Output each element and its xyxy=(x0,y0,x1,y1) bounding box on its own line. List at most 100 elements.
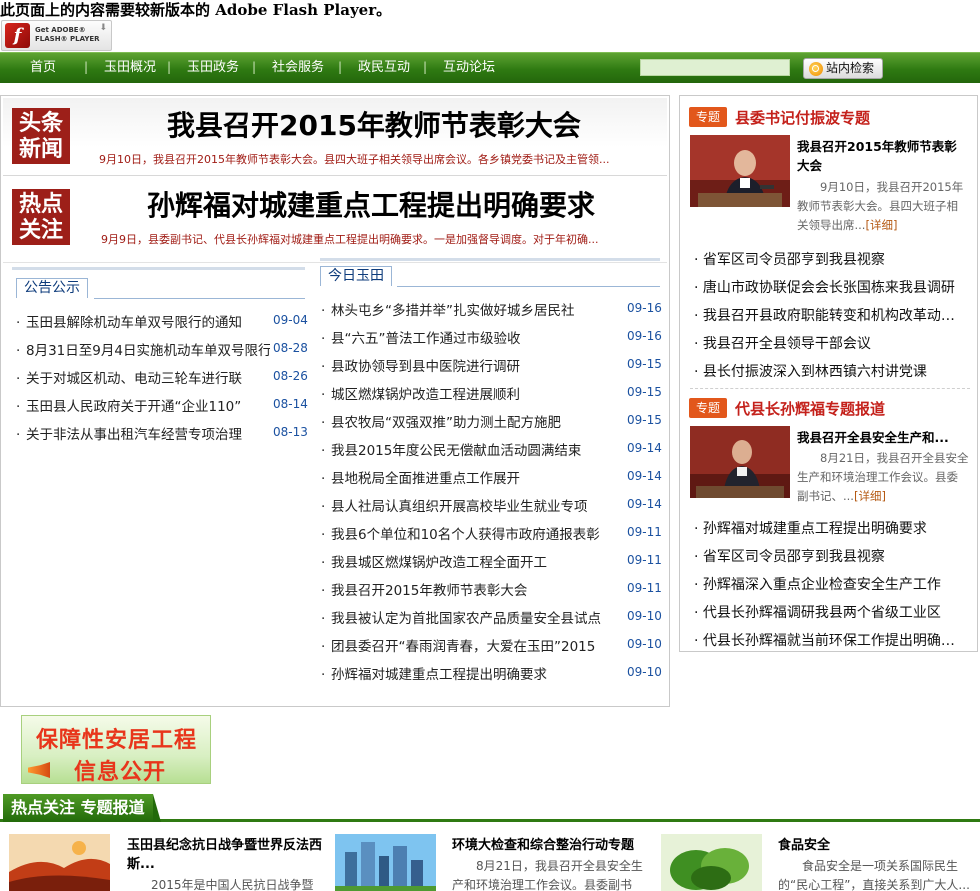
card-title-food-safety[interactable]: 食品安全 xyxy=(778,836,978,855)
card-thumb-food-safety[interactable] xyxy=(661,834,762,891)
today-item-date: 09-14 xyxy=(627,441,662,455)
topic-list-item[interactable]: · 省军区司令员邵亨到我县视察 xyxy=(694,546,966,566)
card-thumb-anniversary[interactable] xyxy=(9,834,110,891)
today-item[interactable]: · 孙辉福对城建重点工程提出明确要求 xyxy=(321,663,613,683)
search-icon xyxy=(809,62,823,76)
banner-line1: 保障性安居工程 xyxy=(36,727,198,753)
notice-item[interactable]: · 关于非法从事出租汽车经营专项治理 xyxy=(16,423,270,443)
flash-badge-line1: Get ADOBE® xyxy=(35,26,86,34)
nav-item-interaction[interactable]: 政民互动 xyxy=(358,53,410,83)
headline-tag-line2: 关注 xyxy=(18,217,63,243)
bullet-icon: · xyxy=(321,667,326,683)
bullet-icon: · xyxy=(16,399,21,415)
topic-list-item[interactable]: · 县长付振波深入到林西镇六村讲党课 xyxy=(694,361,966,381)
today-item-title: 我县城区燃煤锅炉改造工程全面开工 xyxy=(331,555,547,571)
today-item[interactable]: · 县地税局全面推进重点工作展开 xyxy=(321,467,613,487)
today-item-date: 09-15 xyxy=(627,357,662,371)
topic-photo-party-secretary[interactable] xyxy=(690,135,790,207)
site-search-button[interactable]: 站内检索 xyxy=(803,58,883,79)
housing-info-banner[interactable]: 保障性安居工程 信息公开 xyxy=(21,715,211,784)
notice-item-date: 08-28 xyxy=(273,341,308,355)
nav-separator: | xyxy=(338,60,343,74)
notice-item-date: 08-14 xyxy=(273,397,308,411)
bullet-icon: · xyxy=(694,633,703,649)
headline-summary-hot-focus[interactable]: 9月9日，县委副书记、代县长孙辉福对城建重点工程提出明确要求。一是加强督导调度。… xyxy=(101,231,641,247)
today-item[interactable]: · 县农牧局“双强双推”助力测土配方施肥 xyxy=(321,411,613,431)
site-search-input[interactable] xyxy=(640,59,790,76)
today-item-date: 09-11 xyxy=(627,553,662,567)
today-item[interactable]: · 林头屯乡“多措并举”扎实做好城乡居民社 xyxy=(321,299,613,319)
topic-list-item-title: 省军区司令员邵亨到我县视察 xyxy=(702,252,885,268)
topic-list-item[interactable]: · 唐山市政协联促会会长张国栋来我县调研 xyxy=(694,277,966,297)
bullet-icon: · xyxy=(694,364,703,380)
nav-item-government[interactable]: 玉田政务 xyxy=(187,53,239,83)
topic-title-party-secretary[interactable]: 县委书记付振波专题 xyxy=(735,107,870,128)
topic-list-item[interactable]: · 省军区司令员邵亨到我县视察 xyxy=(694,249,966,269)
card-title-anniversary[interactable]: 玉田县纪念抗日战争暨世界反法西斯... xyxy=(127,836,323,874)
card-title-environment[interactable]: 环境大检查和综合整治行动专题 xyxy=(452,836,652,855)
today-item[interactable]: · 我县召开2015年教师节表彰大会 xyxy=(321,579,613,599)
bullet-icon: · xyxy=(694,605,703,621)
tab-underline xyxy=(397,286,660,287)
topic-list-item-title: 省军区司令员邵亨到我县视察 xyxy=(702,549,885,565)
notice-item[interactable]: · 玉田县解除机动车单双号限行的通知 xyxy=(16,311,270,331)
bullet-icon: · xyxy=(321,499,326,515)
today-item-title: 林头屯乡“多措并举”扎实做好城乡居民社 xyxy=(331,303,575,319)
topic-badge: 专题 xyxy=(689,107,727,127)
notice-item[interactable]: · 关于对城区机动、电动三轮车进行联 xyxy=(16,367,270,387)
topic-story-title[interactable]: 我县召开全县安全生产和... xyxy=(797,428,969,447)
today-item[interactable]: · 城区燃煤锅炉改造工程进展顺利 xyxy=(321,383,613,403)
topic-story-more-link[interactable]: [详细] xyxy=(865,218,897,232)
headline-summary-top-news[interactable]: 9月10日，我县召开2015年教师节表彰大会。县四大班子相关领导出席会议。各乡镇… xyxy=(99,151,644,167)
topic-list-item[interactable]: · 孙辉福对城建重点工程提出明确要求 xyxy=(694,518,966,538)
topic-story-title[interactable]: 我县召开2015年教师节表彰大会 xyxy=(797,137,969,175)
today-item[interactable]: · 我县2015年度公民无偿献血活动圆满结束 xyxy=(321,439,613,459)
topic-list-item-title: 我县召开县政府职能转变和机构改革动员会 xyxy=(702,308,966,324)
headline-tag-line2: 新闻 xyxy=(18,136,63,162)
notice-item[interactable]: · 8月31日至9月4日实施机动车单双号限行 xyxy=(16,339,270,359)
today-item[interactable]: · 我县城区燃煤锅炉改造工程全面开工 xyxy=(321,551,613,571)
topic-list-item-title: 县长付振波深入到林西镇六村讲党课 xyxy=(702,364,927,380)
headline-title-hot-focus[interactable]: 孙辉福对城建重点工程提出明确要求 xyxy=(147,188,595,224)
topic-list-item[interactable]: · 我县召开全县领导干部会议 xyxy=(694,333,966,353)
today-item-title: 县政协领导到县中医院进行调研 xyxy=(331,359,520,375)
tab-today[interactable]: 今日玉田 xyxy=(320,266,392,286)
today-item-title: 我县2015年度公民无偿献血活动圆满结束 xyxy=(331,443,582,459)
topic-list-item[interactable]: · 代县长孙辉福调研我县两个省级工业区 xyxy=(694,602,966,622)
bullet-icon: · xyxy=(694,521,703,537)
nav-item-overview[interactable]: 玉田概况 xyxy=(104,53,156,83)
today-item[interactable]: · 团县委召开“春雨润青春，大爱在玉田”2015 xyxy=(321,635,613,655)
topic-story-more-link[interactable]: [详细] xyxy=(854,489,886,503)
today-item-date: 09-15 xyxy=(627,385,662,399)
headline-tag-hot-focus: 热点 关注 xyxy=(12,189,70,245)
headline-tag-line1: 头条 xyxy=(18,110,63,136)
bullet-icon: · xyxy=(321,583,326,599)
today-item[interactable]: · 县“六五”普法工作通过市级验收 xyxy=(321,327,613,347)
today-item[interactable]: · 县人社局认真组织开展高校毕业生就业专项 xyxy=(321,495,613,515)
today-item[interactable]: · 我县被认定为首批国家农产品质量安全县试点 xyxy=(321,607,613,627)
bullet-icon: · xyxy=(694,577,703,593)
today-item[interactable]: · 县政协领导到县中医院进行调研 xyxy=(321,355,613,375)
topic-title-county-head[interactable]: 代县长孙辉福专题报道 xyxy=(735,398,885,419)
nav-item-home[interactable]: 首页 xyxy=(30,53,56,83)
today-item[interactable]: · 我县6个单位和10名个人获得市政府通报表彰 xyxy=(321,523,613,543)
get-flash-player-button[interactable]: f Get ADOBE® FLASH® PLAYER ⬇ xyxy=(1,20,112,51)
tab-notices[interactable]: 公告公示 xyxy=(16,278,88,298)
notice-item[interactable]: · 玉田县人民政府关于开通“企业110” xyxy=(16,395,270,415)
topic-list-item[interactable]: · 代县长孙辉福就当前环保工作提出明确要求 xyxy=(694,630,966,650)
topic-list-item[interactable]: · 我县召开县政府职能转变和机构改革动员会 xyxy=(694,305,966,325)
nav-item-forum[interactable]: 互动论坛 xyxy=(443,53,495,83)
topic-list-item[interactable]: · 孙辉福深入重点企业检查安全生产工作 xyxy=(694,574,966,594)
today-item-date: 09-11 xyxy=(627,525,662,539)
notice-item-date: 08-26 xyxy=(273,369,308,383)
bullet-icon: · xyxy=(16,343,21,359)
today-item-title: 县人社局认真组织开展高校毕业生就业专项 xyxy=(331,499,588,515)
topic-photo-county-head[interactable] xyxy=(690,426,790,498)
today-item-title: 县“六五”普法工作通过市级验收 xyxy=(331,331,521,347)
headline-title-top-news[interactable]: 我县召开2015年教师节表彰大会 xyxy=(167,108,581,144)
card-thumb-environment[interactable] xyxy=(335,834,436,891)
topic-divider xyxy=(690,388,970,389)
bullet-icon: · xyxy=(321,555,326,571)
today-item-date: 09-16 xyxy=(627,301,662,315)
nav-item-services[interactable]: 社会服务 xyxy=(272,53,324,83)
